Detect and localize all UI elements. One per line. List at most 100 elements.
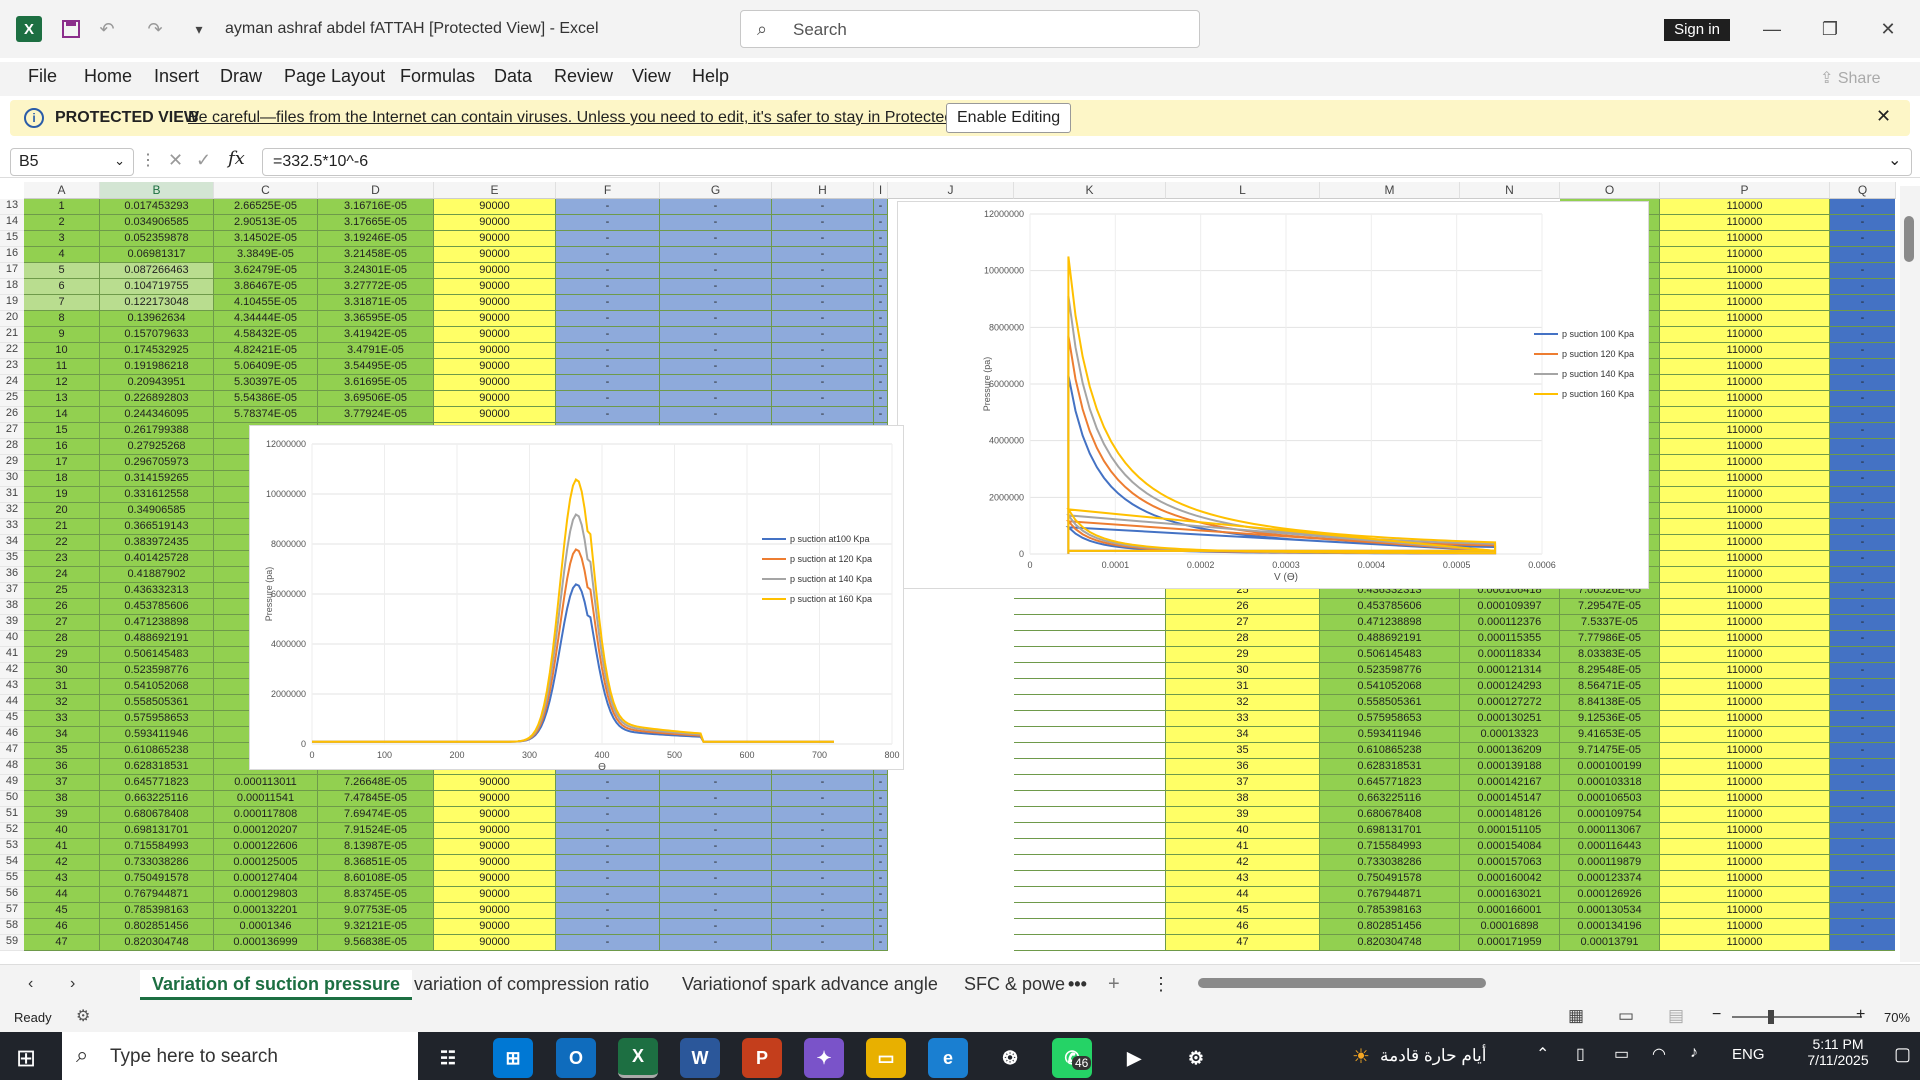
table-cell[interactable]: 5.78374E-05	[214, 407, 318, 423]
column-header-E[interactable]: E	[434, 182, 556, 199]
table-cell[interactable]: 3.54495E-05	[318, 359, 434, 375]
table-cell[interactable]: -	[1830, 743, 1895, 759]
table-cell[interactable]: -	[772, 855, 874, 871]
table-cell[interactable]: 110000	[1660, 375, 1830, 391]
table-cell[interactable]: 27	[24, 615, 100, 631]
table-cell[interactable]: 0.820304748	[100, 935, 214, 951]
table-cell[interactable]: -	[556, 215, 660, 231]
menu-home[interactable]: Home	[84, 66, 132, 87]
tab-variation-of-spark-advance-angle[interactable]: Variationof spark advance angle	[682, 970, 938, 1000]
column-header-I[interactable]: I	[874, 182, 888, 199]
table-cell[interactable]: 110000	[1660, 295, 1830, 311]
table-cell[interactable]: 4.34444E-05	[214, 311, 318, 327]
table-cell[interactable]: 3.21458E-05	[318, 247, 434, 263]
table-cell[interactable]: -	[556, 887, 660, 903]
row-header[interactable]: 21	[0, 327, 24, 343]
table-cell[interactable]: 31	[24, 679, 100, 695]
table-cell[interactable]: 0.593411946	[100, 727, 214, 743]
table-cell[interactable]: -	[556, 407, 660, 423]
table-cell[interactable]: 1	[24, 199, 100, 215]
table-cell[interactable]: 0.558505361	[100, 695, 214, 711]
table-cell[interactable]: -	[1830, 503, 1895, 519]
table-cell[interactable]: -	[874, 887, 888, 903]
table-cell[interactable]: 110000	[1660, 855, 1830, 871]
table-cell[interactable]: 90000	[434, 807, 556, 823]
table-cell[interactable]: -	[660, 855, 772, 871]
table-cell[interactable]: 9	[24, 327, 100, 343]
device-icon[interactable]: ▯	[1576, 1044, 1585, 1064]
table-cell[interactable]: 37	[1166, 775, 1320, 791]
table-cell[interactable]: 36	[1166, 759, 1320, 775]
excel-taskbar-icon[interactable]: X	[618, 1038, 658, 1078]
table-cell[interactable]: 110000	[1660, 391, 1830, 407]
row-header[interactable]: 14	[0, 215, 24, 231]
table-cell[interactable]: 110000	[1660, 919, 1830, 935]
table-cell[interactable]: 0.802851456	[1320, 919, 1460, 935]
copilot-icon[interactable]: ✦	[804, 1038, 844, 1078]
table-cell[interactable]: 28	[24, 631, 100, 647]
row-header[interactable]: 47	[0, 743, 24, 759]
zoom-level[interactable]: 70%	[1884, 1010, 1910, 1025]
table-cell[interactable]: -	[1830, 279, 1895, 295]
table-cell[interactable]: -	[1830, 471, 1895, 487]
page-layout-view-icon[interactable]: ▭	[1618, 1006, 1634, 1026]
table-cell[interactable]: 42	[1166, 855, 1320, 871]
row-header[interactable]: 23	[0, 359, 24, 375]
table-cell[interactable]: 110000	[1660, 535, 1830, 551]
table-cell[interactable]: 0.802851456	[100, 919, 214, 935]
table-cell[interactable]: 0.000126926	[1560, 887, 1660, 903]
table-cell[interactable]: 32	[1166, 695, 1320, 711]
table-cell[interactable]: 90000	[434, 343, 556, 359]
table-cell[interactable]: -	[772, 295, 874, 311]
table-cell[interactable]: 0.000106503	[1560, 791, 1660, 807]
table-cell[interactable]: -	[660, 391, 772, 407]
table-cell[interactable]: -	[1830, 567, 1895, 583]
table-cell[interactable]: 0.436332313	[100, 583, 214, 599]
table-cell[interactable]	[1014, 887, 1166, 903]
table-cell[interactable]: -	[660, 935, 772, 951]
table-cell[interactable]: 3.86467E-05	[214, 279, 318, 295]
row-header[interactable]: 28	[0, 439, 24, 455]
table-cell[interactable]: 0.785398163	[100, 903, 214, 919]
table-cell[interactable]: -	[874, 807, 888, 823]
tab-options-icon[interactable]: ⋮	[1152, 970, 1170, 1000]
table-cell[interactable]: 110000	[1660, 887, 1830, 903]
row-header[interactable]: 18	[0, 279, 24, 295]
table-cell[interactable]: 8.84138E-05	[1560, 695, 1660, 711]
table-cell[interactable]: -	[772, 791, 874, 807]
table-cell[interactable]: -	[556, 199, 660, 215]
table-cell[interactable]: 32	[24, 695, 100, 711]
table-cell[interactable]: 3.14502E-05	[214, 231, 318, 247]
table-cell[interactable]: 0.000130251	[1460, 711, 1560, 727]
table-cell[interactable]	[1014, 759, 1166, 775]
table-cell[interactable]: 0.017453293	[100, 199, 214, 215]
insert-function-icon[interactable]: fx	[228, 148, 245, 169]
table-cell[interactable]: 0.680678408	[1320, 807, 1460, 823]
table-cell[interactable]: 0.000154084	[1460, 839, 1560, 855]
table-cell[interactable]: 110000	[1660, 519, 1830, 535]
row-header[interactable]: 57	[0, 903, 24, 919]
table-cell[interactable]: 110000	[1660, 263, 1830, 279]
table-cell[interactable]: 0.0001346	[214, 919, 318, 935]
table-cell[interactable]: -	[660, 871, 772, 887]
table-cell[interactable]: 3.31871E-05	[318, 295, 434, 311]
row-header[interactable]: 49	[0, 775, 24, 791]
table-cell[interactable]: 42	[24, 855, 100, 871]
table-cell[interactable]: 90000	[434, 775, 556, 791]
table-cell[interactable]: -	[660, 327, 772, 343]
table-cell[interactable]: 110000	[1660, 487, 1830, 503]
table-cell[interactable]: 110000	[1660, 423, 1830, 439]
table-cell[interactable]: -	[772, 935, 874, 951]
table-cell[interactable]: -	[556, 855, 660, 871]
table-cell[interactable]	[1014, 839, 1166, 855]
column-header-H[interactable]: H	[772, 182, 874, 199]
table-cell[interactable]: 8.83745E-05	[318, 887, 434, 903]
table-cell[interactable]: 0.00016898	[1460, 919, 1560, 935]
table-cell[interactable]: -	[874, 359, 888, 375]
table-cell[interactable]: 0.663225116	[1320, 791, 1460, 807]
wifi-icon[interactable]: ◠	[1652, 1044, 1666, 1064]
table-cell[interactable]: 90000	[434, 375, 556, 391]
tab-variation-of-compression-ratio[interactable]: variation of compression ratio	[414, 970, 649, 1000]
table-cell[interactable]: -	[660, 311, 772, 327]
table-cell[interactable]: 90000	[434, 791, 556, 807]
